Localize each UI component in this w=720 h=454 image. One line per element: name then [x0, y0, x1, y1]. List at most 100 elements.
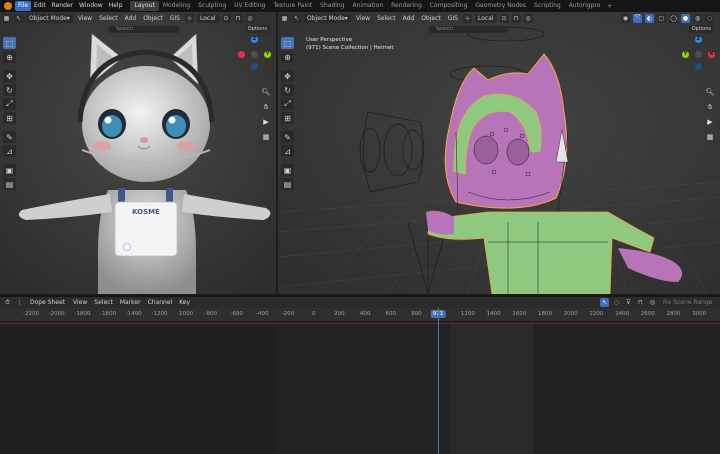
annotate-tool-icon[interactable]: ✎ — [3, 131, 16, 143]
navigation-gizmo[interactable]: Z Y X — [682, 36, 716, 70]
mode-icon[interactable]: ⋮ — [15, 298, 24, 307]
pivot-icon[interactable]: ⊙ — [499, 13, 509, 23]
solid-shading-icon[interactable]: ● — [681, 13, 690, 23]
frame-ruler[interactable]: -2200 -2000 -1800 -1600 -1400 -1200 -1000 -800-… — [0, 308, 720, 322]
axis-neg-z-icon[interactable] — [251, 63, 258, 70]
grid-view-icon[interactable]: ▦ — [704, 131, 716, 143]
transform-orientation-dropdown[interactable]: Local — [474, 13, 497, 23]
menu-view[interactable]: View — [76, 15, 94, 22]
search-input[interactable]: Search — [428, 26, 508, 33]
axis-x-icon[interactable]: X — [708, 51, 715, 58]
left-3d-viewport[interactable]: KOSME ▦ ↖ Object Mode ▾ View Select Add … — [0, 12, 276, 294]
measure-tool-icon[interactable]: ⊿ — [281, 145, 294, 157]
tab-texture-paint[interactable]: Texture Paint — [269, 1, 316, 11]
menu-gis[interactable]: GIS — [168, 15, 182, 22]
orientation-icon[interactable]: ⊹ — [462, 13, 472, 23]
menu-channel[interactable]: Channel — [146, 299, 175, 306]
menu-select[interactable]: Select — [97, 15, 120, 22]
overlay-toggle-icon[interactable]: ◐ — [645, 13, 654, 23]
editor-type-icon[interactable]: ⏱ — [3, 298, 12, 307]
transform-orientation-dropdown[interactable]: Local — [196, 13, 219, 23]
navigation-gizmo[interactable]: Z Y — [238, 36, 272, 70]
menu-gis[interactable]: GIS — [446, 15, 460, 22]
menu-view[interactable]: View — [354, 15, 372, 22]
playhead-line[interactable] — [438, 308, 439, 454]
cursor-icon[interactable]: ↖ — [292, 13, 301, 23]
tab-scripting[interactable]: Scripting — [530, 1, 565, 11]
dope-sheet-mode-dropdown[interactable]: Dope Sheet — [27, 298, 69, 307]
rotate-tool-icon[interactable]: ↻ — [3, 84, 16, 96]
tab-compositing[interactable]: Compositing — [426, 1, 472, 11]
add-object-tool-icon[interactable]: ▤ — [281, 178, 294, 190]
menu-add[interactable]: Add — [123, 15, 139, 22]
mode-dropdown[interactable]: Object Mode ▾ — [304, 13, 351, 23]
menu-key[interactable]: Key — [177, 299, 192, 306]
cursor-icon[interactable]: ↖ — [14, 13, 23, 23]
proportional-icon[interactable]: ◎ — [648, 298, 657, 307]
transform-tool-icon[interactable]: ⊞ — [3, 112, 16, 124]
camera-view-icon[interactable]: ▶ — [260, 116, 272, 128]
options-button[interactable]: Options — [244, 25, 270, 33]
tab-shading[interactable]: Shading — [316, 1, 348, 11]
gizmo-toggle-icon[interactable]: ⤧ — [633, 13, 642, 23]
tab-uv-editing[interactable]: UV Editing — [230, 1, 269, 11]
camera-view-icon[interactable]: ▶ — [704, 116, 716, 128]
add-object-tool-icon[interactable]: ▤ — [3, 178, 16, 190]
move-tool-icon[interactable]: ✥ — [3, 70, 16, 82]
tab-autorigpro[interactable]: Autorigpro — [565, 1, 605, 11]
scale-tool-icon[interactable]: ⤢ — [3, 98, 16, 110]
zoom-icon[interactable]: 🔍︎ — [260, 86, 272, 98]
show-hidden-icon[interactable]: ◌ — [612, 298, 621, 307]
menu-object[interactable]: Object — [141, 15, 165, 22]
menu-file[interactable]: File — [15, 1, 32, 11]
menu-render[interactable]: Render — [49, 1, 76, 11]
tab-rendering[interactable]: Rendering — [387, 1, 426, 11]
snapping-icon[interactable]: ⊓ — [636, 298, 645, 307]
select-box-tool-icon[interactable]: ⬚ — [281, 37, 294, 49]
pan-hand-icon[interactable]: ✋︎ — [704, 101, 716, 113]
menu-view[interactable]: View — [71, 299, 89, 306]
tab-animation[interactable]: Animation — [349, 1, 388, 11]
axis-z-icon[interactable]: Z — [251, 36, 258, 43]
snap-icon[interactable]: ⊓ — [233, 13, 243, 23]
editor-type-icon[interactable]: ▦ — [2, 13, 11, 23]
tab-sculpting[interactable]: Sculpting — [194, 1, 230, 11]
xray-icon[interactable]: ▢ — [657, 13, 666, 23]
menu-add[interactable]: Add — [401, 15, 417, 22]
filter-icon[interactable]: ⊽ — [624, 298, 633, 307]
orientation-icon[interactable]: ⊹ — [184, 13, 194, 23]
axis-y-icon[interactable]: Y — [682, 51, 689, 58]
axis-y-icon[interactable]: Y — [264, 51, 271, 58]
cursor-tool-icon[interactable]: ⊕ — [281, 51, 294, 63]
add-cube-tool-icon[interactable]: ▣ — [281, 164, 294, 176]
axis-neg-z-icon[interactable] — [695, 63, 702, 70]
rotate-tool-icon[interactable]: ↻ — [281, 84, 294, 96]
scale-tool-icon[interactable]: ⤢ — [281, 98, 294, 110]
editor-type-icon[interactable]: ▦ — [280, 13, 289, 23]
mode-dropdown[interactable]: Object Mode ▾ — [26, 13, 73, 23]
tab-modeling[interactable]: Modeling — [159, 1, 194, 11]
material-shading-icon[interactable]: ◍ — [693, 13, 702, 23]
tab-layout[interactable]: Layout — [130, 1, 159, 11]
axis-z-icon[interactable]: Z — [695, 36, 702, 43]
move-tool-icon[interactable]: ✥ — [281, 70, 294, 82]
add-cube-tool-icon[interactable]: ▣ — [3, 164, 16, 176]
axis-x-icon[interactable] — [238, 51, 245, 58]
menu-object[interactable]: Object — [419, 15, 443, 22]
cursor-tool-icon[interactable]: ⊕ — [3, 51, 16, 63]
only-selected-icon[interactable]: ↖ — [600, 298, 609, 307]
options-button[interactable]: Options — [688, 25, 714, 33]
render-shading-icon[interactable]: ◌ — [705, 13, 714, 23]
blender-logo-icon[interactable] — [4, 2, 12, 10]
tab-geometry-nodes[interactable]: Geometry Nodes — [471, 1, 530, 11]
menu-edit[interactable]: Edit — [31, 1, 49, 11]
measure-tool-icon[interactable]: ⊿ — [3, 145, 16, 157]
snap-icon[interactable]: ⊓ — [511, 13, 521, 23]
right-3d-viewport[interactable]: ▦ ↖ Object Mode ▾ View Select Add Object… — [278, 12, 720, 294]
pan-hand-icon[interactable]: ✋︎ — [260, 101, 272, 113]
zoom-icon[interactable]: 🔍︎ — [704, 86, 716, 98]
grid-view-icon[interactable]: ▦ — [260, 131, 272, 143]
pivot-icon[interactable]: ⊙ — [221, 13, 231, 23]
keyframe-area[interactable] — [0, 324, 720, 454]
menu-marker[interactable]: Marker — [118, 299, 143, 306]
